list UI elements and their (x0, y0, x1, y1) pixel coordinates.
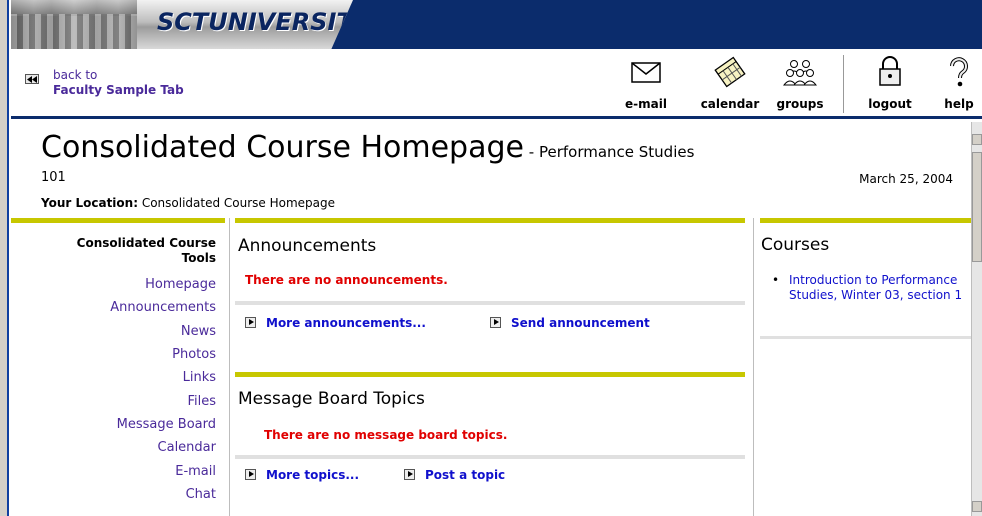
help-label: help (944, 97, 974, 111)
section-divider (235, 301, 745, 305)
calendar-button[interactable]: calendar (691, 55, 769, 117)
more-topics-link[interactable]: More topics... (245, 468, 359, 482)
page-date: March 25, 2004 (859, 172, 953, 186)
email-label: e-mail (625, 97, 667, 111)
toolbar-divider (843, 55, 844, 113)
question-mark-icon (942, 55, 976, 89)
courses-title: Courses (761, 235, 830, 255)
scroll-thumb[interactable] (972, 152, 982, 262)
message-board-header-bar (235, 372, 745, 377)
tool-link-email[interactable]: E-mail (175, 464, 216, 479)
course-tools-heading-line2: Tools (181, 251, 216, 265)
tool-link-chat[interactable]: Chat (186, 487, 216, 502)
envelope-icon (629, 55, 663, 89)
announcements-title: Announcements (238, 236, 377, 256)
back-link-line2[interactable]: Faculty Sample Tab (53, 83, 184, 97)
tool-link-photos[interactable]: Photos (172, 347, 216, 362)
calendar-label: calendar (700, 97, 760, 111)
back-arrow-icon (25, 74, 39, 84)
scroll-up-button[interactable] (972, 134, 982, 145)
scroll-down-button[interactable] (972, 501, 982, 512)
tool-link-news[interactable]: News (181, 324, 216, 339)
breadcrumb-label: Your Location: (41, 196, 139, 210)
arrow-right-icon (490, 317, 501, 328)
announcements-empty-message: There are no announcements. (245, 273, 448, 287)
padlock-icon (873, 55, 907, 89)
channel-toolbar: back to Faculty Sample Tab e-mail calend… (11, 49, 982, 119)
browser-window: SCTUNIVERSITY back to Faculty Sample Tab… (0, 0, 982, 516)
course-tools-heading-line1: Consolidated Course (76, 236, 216, 250)
groups-button[interactable]: groups (768, 55, 832, 117)
arrow-right-icon (245, 317, 256, 328)
announcements-header-bar (235, 218, 745, 223)
courses-header-bar (760, 218, 971, 223)
university-logo: SCTUNIVERSITY (137, 0, 353, 49)
course-link-intro-performance-studies[interactable]: Introduction to Performance Studies, Win… (789, 273, 969, 303)
message-board-title: Message Board Topics (238, 389, 425, 409)
course-tools-heading: Consolidated Course Tools (11, 236, 216, 266)
back-link-line1[interactable]: back to (53, 68, 97, 82)
post-topic-link[interactable]: Post a topic (404, 468, 505, 482)
page-title-text: Consolidated Course Homepage (41, 130, 524, 165)
tool-link-files[interactable]: Files (187, 394, 216, 409)
tool-link-calendar[interactable]: Calendar (158, 440, 216, 455)
logout-button[interactable]: logout (861, 55, 919, 117)
section-divider (235, 455, 745, 459)
page-subtitle: - Performance Studies (524, 143, 695, 161)
logout-label: logout (868, 97, 912, 111)
column-separator (229, 218, 230, 516)
campus-building-photo (11, 0, 137, 49)
email-button[interactable]: e-mail (619, 55, 673, 117)
vertical-scrollbar[interactable] (971, 122, 982, 516)
tool-link-announcements[interactable]: Announcements (110, 300, 216, 315)
people-group-icon (782, 55, 818, 89)
post-topic-label[interactable]: Post a topic (425, 468, 505, 482)
course-code: 101 (41, 170, 66, 185)
section-divider (760, 336, 971, 339)
page-title: Consolidated Course Homepage - Performan… (41, 130, 694, 165)
groups-label: groups (776, 97, 824, 111)
breadcrumb-value: Consolidated Course Homepage (138, 196, 336, 210)
course-tools-menu: Consolidated Course Tools Homepage Annou… (11, 218, 229, 516)
back-to-faculty-tab-link[interactable]: back to Faculty Sample Tab (25, 68, 225, 102)
tool-link-message-board[interactable]: Message Board (117, 417, 216, 432)
tool-link-links[interactable]: Links (183, 370, 216, 385)
column-separator (753, 218, 754, 516)
arrow-right-icon (404, 469, 415, 480)
calendar-icon (713, 55, 747, 89)
university-banner: SCTUNIVERSITY (11, 0, 982, 49)
send-announcement-label[interactable]: Send announcement (511, 316, 650, 330)
help-button[interactable]: help (939, 55, 979, 117)
breadcrumb: Your Location: Consolidated Course Homep… (41, 196, 335, 210)
window-left-edge (0, 0, 9, 516)
list-bullet: • (772, 273, 780, 287)
more-announcements-link[interactable]: More announcements... (245, 316, 426, 330)
message-board-empty-message: There are no message board topics. (264, 428, 508, 442)
send-announcement-link[interactable]: Send announcement (490, 316, 650, 330)
more-announcements-label[interactable]: More announcements... (266, 316, 426, 330)
more-topics-label[interactable]: More topics... (266, 468, 359, 482)
university-logo-text: SCTUNIVERSITY (157, 8, 371, 36)
arrow-right-icon (245, 469, 256, 480)
tool-link-homepage[interactable]: Homepage (145, 277, 216, 292)
